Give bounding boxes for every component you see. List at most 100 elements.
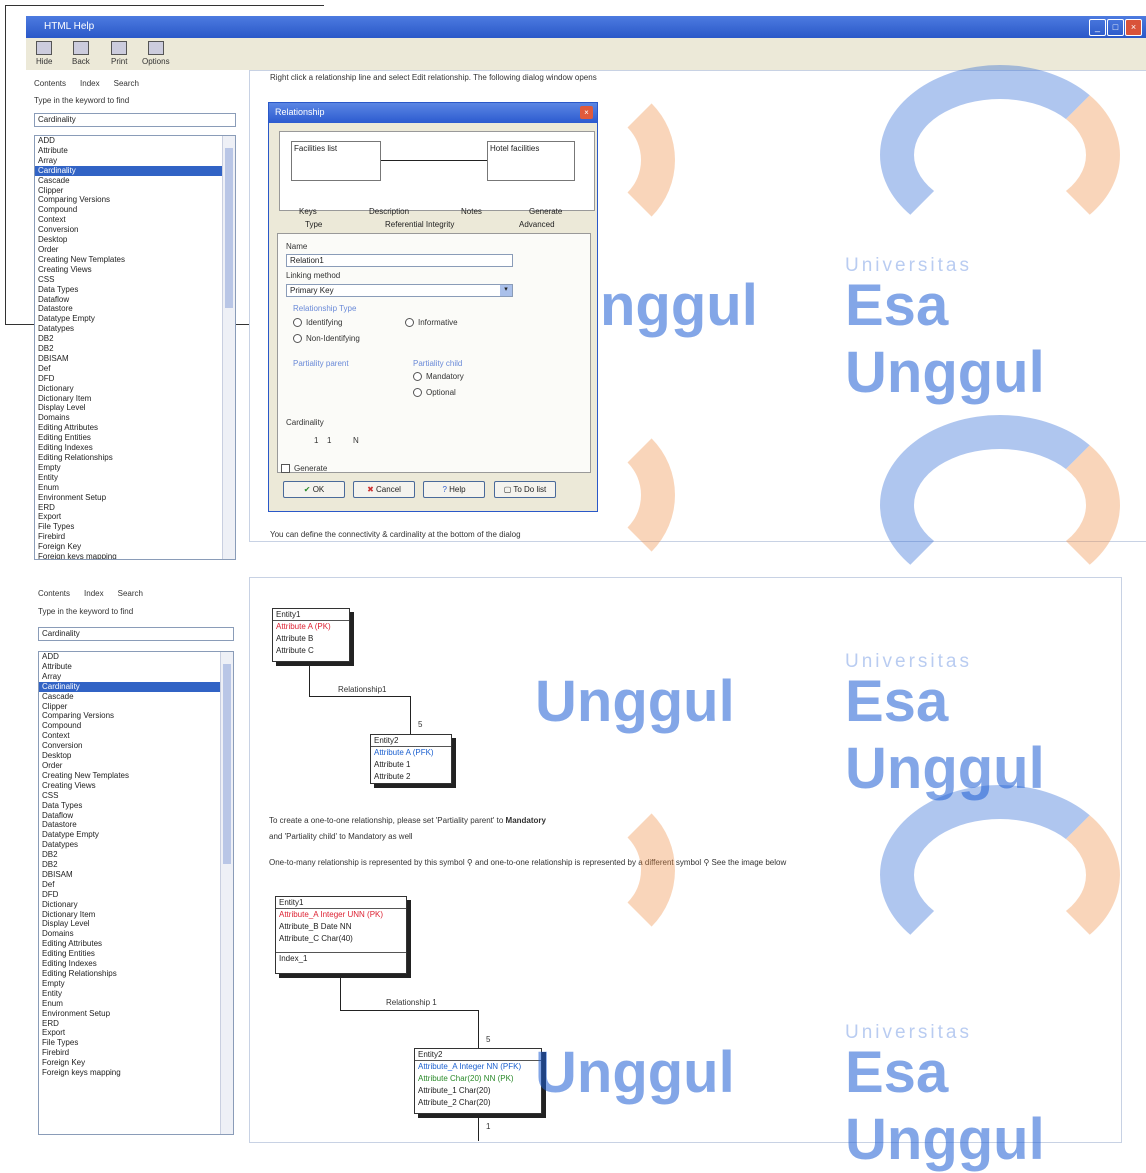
list-item[interactable]: Datatype Empty bbox=[39, 830, 233, 840]
scrollbar[interactable] bbox=[220, 652, 233, 1134]
linking-method-select[interactable]: Primary Key bbox=[286, 284, 513, 297]
list-item[interactable]: Compound bbox=[35, 205, 235, 215]
cardinality-max[interactable]: N bbox=[353, 436, 359, 445]
list-item[interactable]: DB2 bbox=[35, 344, 235, 354]
list-item[interactable]: Foreign keys mapping bbox=[39, 1068, 233, 1078]
list-item[interactable]: Comparing Versions bbox=[35, 195, 235, 205]
list-item[interactable]: Editing Relationships bbox=[35, 453, 235, 463]
list-item[interactable]: Environment Setup bbox=[39, 1009, 233, 1019]
list-item[interactable]: Display Level bbox=[39, 919, 233, 929]
list-item[interactable]: DFD bbox=[39, 890, 233, 900]
list-item[interactable]: Creating New Templates bbox=[35, 255, 235, 265]
list-item[interactable]: Cardinality bbox=[35, 165, 235, 176]
list-item[interactable]: Attribute bbox=[39, 662, 233, 672]
hide-button[interactable]: Hide bbox=[36, 41, 52, 66]
tab-referential-integrity[interactable]: Referential Integrity bbox=[385, 220, 454, 229]
list-item[interactable]: DBISAM bbox=[39, 870, 233, 880]
list-item[interactable]: Entity bbox=[35, 473, 235, 483]
list-item[interactable]: DBISAM bbox=[35, 354, 235, 364]
name-input[interactable]: Relation1 bbox=[286, 254, 513, 267]
list-item[interactable]: Data Types bbox=[39, 801, 233, 811]
tab-type[interactable]: Type bbox=[305, 220, 322, 229]
list-item[interactable]: ERD bbox=[35, 503, 235, 513]
list-item[interactable]: Clipper bbox=[39, 702, 233, 712]
keyword-input[interactable]: Cardinality bbox=[38, 627, 234, 641]
list-item[interactable]: Array bbox=[39, 672, 233, 682]
tab-contents[interactable]: Contents bbox=[34, 79, 66, 88]
list-item[interactable]: Dictionary bbox=[35, 384, 235, 394]
list-item[interactable]: Cascade bbox=[39, 692, 233, 702]
list-item[interactable]: ADD bbox=[35, 136, 235, 146]
chevron-down-icon[interactable]: ▾ bbox=[500, 285, 512, 296]
list-item[interactable]: DB2 bbox=[35, 334, 235, 344]
tab-index[interactable]: Index bbox=[80, 79, 100, 88]
list-item[interactable]: Datatypes bbox=[35, 324, 235, 334]
list-item[interactable]: Array bbox=[35, 156, 235, 166]
list-item[interactable]: Display Level bbox=[35, 403, 235, 413]
keyword-input[interactable]: Cardinality bbox=[34, 113, 236, 127]
list-item[interactable]: CSS bbox=[35, 275, 235, 285]
tab-description[interactable]: Description bbox=[369, 207, 409, 216]
list-item[interactable]: Editing Indexes bbox=[39, 959, 233, 969]
list-item[interactable]: Editing Attributes bbox=[35, 423, 235, 433]
list-item[interactable]: Datatype Empty bbox=[35, 314, 235, 324]
maximize-button[interactable]: □ bbox=[1107, 19, 1124, 36]
list-item[interactable]: Creating New Templates bbox=[39, 771, 233, 781]
informative-radio[interactable]: Informative bbox=[405, 318, 458, 328]
list-item[interactable]: Datatypes bbox=[39, 840, 233, 850]
list-item[interactable]: Domains bbox=[39, 929, 233, 939]
list-item[interactable]: Cardinality bbox=[39, 681, 233, 692]
list-item[interactable]: Creating Views bbox=[35, 265, 235, 275]
list-item[interactable]: DB2 bbox=[39, 860, 233, 870]
tab-search[interactable]: Search bbox=[114, 79, 139, 88]
list-item[interactable]: Datastore bbox=[35, 304, 235, 314]
list-item[interactable]: Domains bbox=[35, 413, 235, 423]
list-item[interactable]: Entity bbox=[39, 989, 233, 999]
identifying-radio[interactable]: Identifying bbox=[293, 318, 342, 328]
tab-keys[interactable]: Keys bbox=[299, 207, 317, 216]
list-item[interactable]: Context bbox=[35, 215, 235, 225]
list-item[interactable]: Enum bbox=[39, 999, 233, 1009]
list-item[interactable]: Editing Attributes bbox=[39, 939, 233, 949]
list-item[interactable]: ADD bbox=[39, 652, 233, 662]
list-item[interactable]: Order bbox=[39, 761, 233, 771]
ok-button[interactable]: ✔ OK bbox=[283, 481, 345, 498]
list-item[interactable]: Dictionary bbox=[39, 900, 233, 910]
list-item[interactable]: Dataflow bbox=[39, 811, 233, 821]
list-item[interactable]: Clipper bbox=[35, 186, 235, 196]
print-button[interactable]: Print bbox=[111, 41, 127, 66]
list-item[interactable]: Editing Relationships bbox=[39, 969, 233, 979]
list-item[interactable]: Editing Indexes bbox=[35, 443, 235, 453]
list-item[interactable]: Firebird bbox=[39, 1048, 233, 1058]
list-item[interactable]: Export bbox=[35, 512, 235, 522]
list-item[interactable]: Context bbox=[39, 731, 233, 741]
list-item[interactable]: Comparing Versions bbox=[39, 711, 233, 721]
index-list-bottom[interactable]: ADD Attribute Array Cardinality Cascade Clipp… bbox=[38, 651, 234, 1135]
scrollbar[interactable] bbox=[222, 136, 235, 559]
back-button[interactable]: Back bbox=[72, 41, 90, 66]
list-item[interactable]: Export bbox=[39, 1028, 233, 1038]
list-item[interactable]: Foreign Key bbox=[39, 1058, 233, 1068]
list-item[interactable]: Empty bbox=[35, 463, 235, 473]
list-item[interactable]: ERD bbox=[39, 1019, 233, 1029]
close-button[interactable]: × bbox=[1125, 19, 1142, 36]
list-item[interactable]: DFD bbox=[35, 374, 235, 384]
list-item[interactable]: Cascade bbox=[35, 176, 235, 186]
list-item[interactable]: Empty bbox=[39, 979, 233, 989]
list-item[interactable]: Desktop bbox=[39, 751, 233, 761]
list-item[interactable]: Desktop bbox=[35, 235, 235, 245]
list-item[interactable]: Creating Views bbox=[39, 781, 233, 791]
list-item[interactable]: Foreign Key bbox=[35, 542, 235, 552]
list-item[interactable]: Foreign keys mapping bbox=[35, 552, 235, 559]
tab-contents[interactable]: Contents bbox=[38, 589, 70, 598]
list-item[interactable]: Dataflow bbox=[35, 295, 235, 305]
mandatory-radio[interactable]: Mandatory bbox=[413, 372, 464, 382]
options-button[interactable]: Options bbox=[142, 41, 170, 66]
list-item[interactable]: Conversion bbox=[39, 741, 233, 751]
help-button[interactable]: ? Help bbox=[423, 481, 485, 498]
tab-index[interactable]: Index bbox=[84, 589, 104, 598]
cancel-button[interactable]: ✖ Cancel bbox=[353, 481, 415, 498]
list-item[interactable]: File Types bbox=[39, 1038, 233, 1048]
list-item[interactable]: Editing Entities bbox=[39, 949, 233, 959]
list-item[interactable]: Compound bbox=[39, 721, 233, 731]
